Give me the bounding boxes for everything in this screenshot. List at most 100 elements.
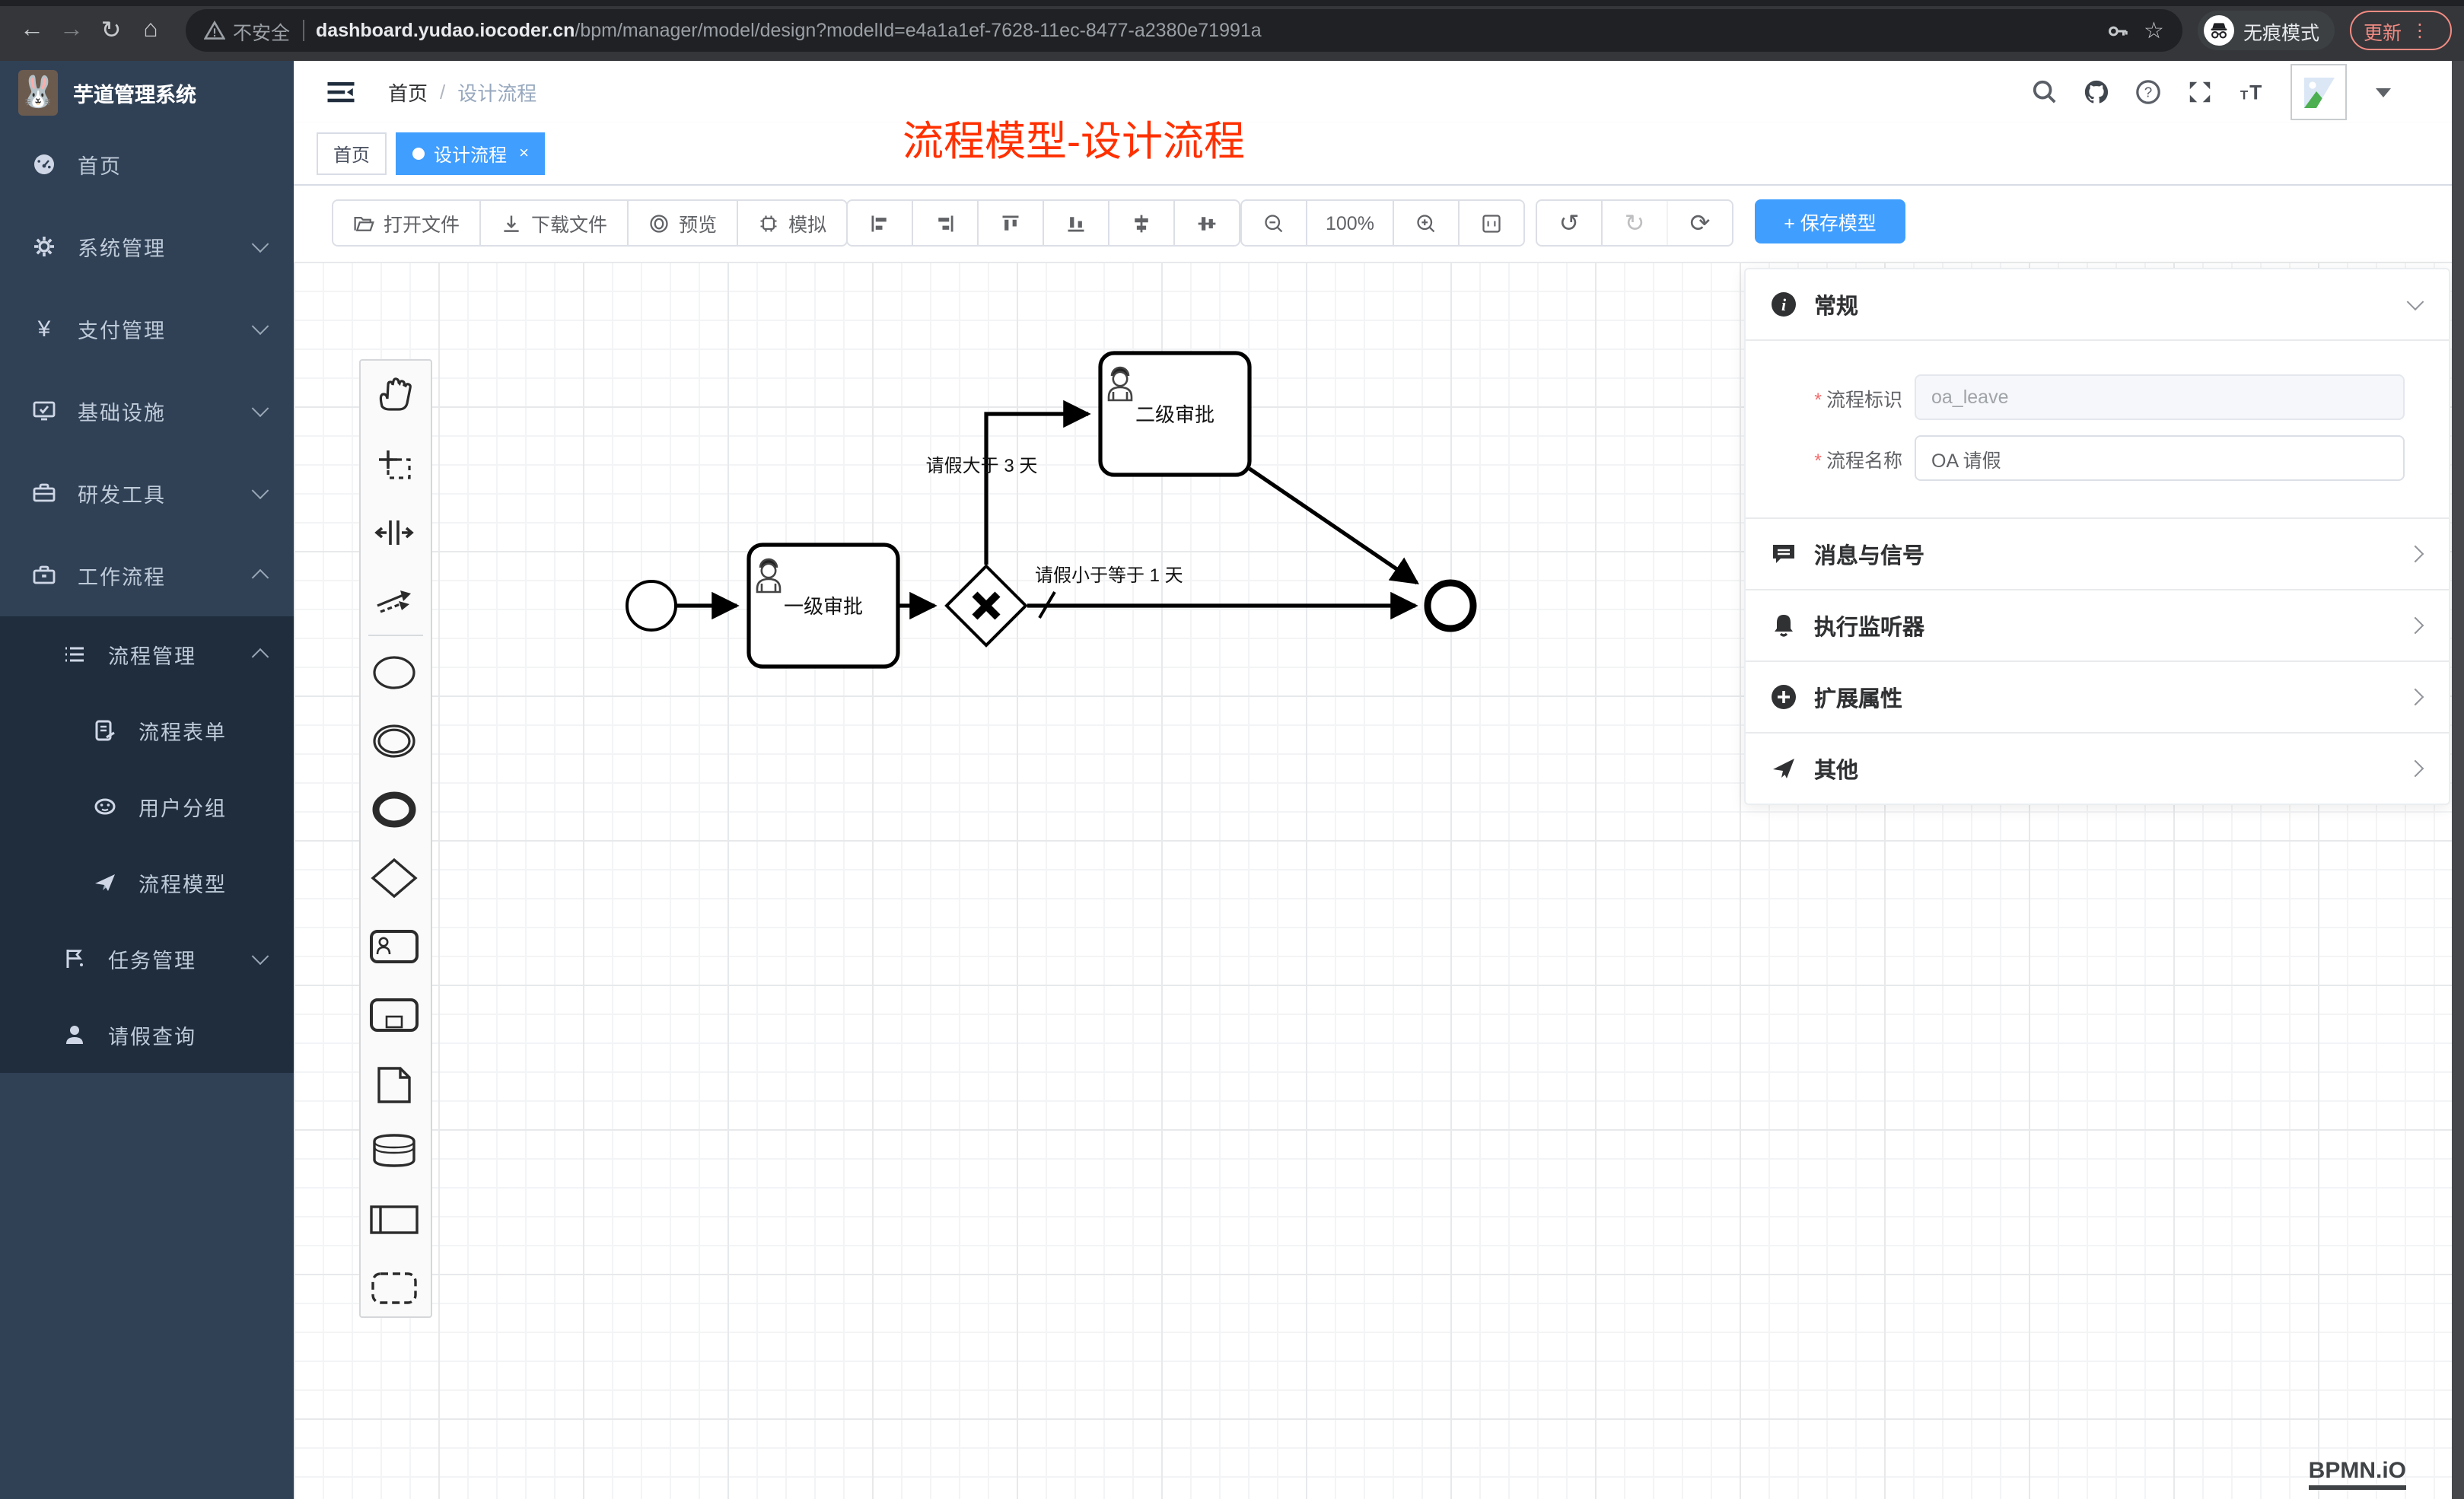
user-task-level1[interactable]: 一级审批: [749, 545, 898, 667]
align-bottom-button[interactable]: [1044, 201, 1109, 245]
zoom-out-button[interactable]: [1242, 201, 1307, 245]
sidebar-item-payment[interactable]: ¥ 支付管理: [0, 288, 294, 370]
section-execution-listener[interactable]: 执行监听器: [1746, 590, 2449, 662]
preview-button[interactable]: 预览: [629, 201, 738, 245]
incognito-label: 无痕模式: [2243, 16, 2319, 45]
fit-viewport-button[interactable]: [1460, 201, 1523, 245]
tab-home[interactable]: 首页: [317, 132, 387, 175]
lasso-tool[interactable]: [379, 450, 409, 478]
align-top-button[interactable]: [979, 201, 1044, 245]
section-extended-attributes[interactable]: 扩展属性: [1746, 662, 2449, 734]
tab-design-process[interactable]: 设计流程 ×: [396, 132, 546, 175]
align-left-button[interactable]: [848, 201, 913, 245]
url-path: /bpm/manager/model/design?modelId=e4a1a1…: [575, 20, 1261, 41]
open-file-button[interactable]: 打开文件: [333, 201, 481, 245]
flow-label-gt3[interactable]: 请假大于 3 天: [926, 456, 1038, 476]
space-tool[interactable]: [377, 520, 412, 545]
sidebar-item-leave-query[interactable]: 请假查询: [0, 997, 294, 1073]
sidebar-item-system[interactable]: 系统管理: [0, 205, 294, 288]
undo-button[interactable]: ↺: [1537, 201, 1603, 245]
align-right-button[interactable]: [913, 201, 979, 245]
create-user-task-tool[interactable]: [371, 931, 417, 962]
create-end-event-tool[interactable]: [376, 795, 412, 824]
create-intermediate-event-tool[interactable]: [374, 726, 414, 756]
sidebar-item-task-mgmt[interactable]: 任务管理: [0, 921, 294, 997]
browser-update-button[interactable]: 更新 ⋮: [2350, 11, 2452, 50]
message-icon: [1770, 540, 1797, 568]
create-subprocess-tool[interactable]: [371, 1000, 417, 1030]
section-other[interactable]: 其他: [1746, 734, 2449, 804]
sidebar-item-process-model[interactable]: 流程模型: [0, 845, 294, 921]
create-participant-tool[interactable]: [371, 1207, 417, 1233]
flow-label-le1[interactable]: 请假小于等于 1 天: [1035, 565, 1183, 586]
bookmark-star-icon[interactable]: ☆: [2144, 17, 2164, 44]
sidebar-item-infra[interactable]: 基础设施: [0, 370, 294, 452]
github-icon[interactable]: [2084, 79, 2109, 105]
avatar-dropdown-caret[interactable]: [2376, 88, 2391, 97]
bpmnio-watermark[interactable]: BPMN.iO: [2309, 1458, 2406, 1490]
restart-button[interactable]: ⟳: [1668, 201, 1732, 245]
breadcrumb-home[interactable]: 首页: [388, 78, 428, 107]
section-title: 扩展属性: [1814, 681, 1902, 713]
align-center-vertical-button[interactable]: [1109, 201, 1175, 245]
browser-back-icon[interactable]: ←: [12, 17, 52, 44]
address-bar[interactable]: 不安全 dashboard.yudao.iocoder.cn/bpm/manag…: [186, 9, 2182, 52]
process-key-input[interactable]: [1915, 374, 2405, 420]
tab-label: 设计流程: [434, 141, 507, 167]
end-event[interactable]: [1428, 583, 1473, 629]
tab-label: 首页: [333, 141, 370, 167]
redo-button[interactable]: ↻: [1603, 201, 1668, 245]
simulate-button[interactable]: 模拟: [738, 201, 846, 245]
exclusive-gateway[interactable]: [947, 566, 1026, 645]
tab-close-icon[interactable]: ×: [519, 145, 529, 163]
svg-text:T: T: [2240, 88, 2249, 102]
sidebar-item-process-form[interactable]: 流程表单: [0, 692, 294, 769]
section-general[interactable]: i 常规: [1746, 269, 2449, 341]
create-start-event-tool[interactable]: [374, 657, 414, 688]
sidebar-item-user-group[interactable]: 用户分组: [0, 769, 294, 845]
start-event[interactable]: [627, 581, 676, 630]
sidebar-item-devtools[interactable]: 研发工具: [0, 452, 294, 534]
sidebar-item-home[interactable]: 首页: [0, 123, 294, 205]
sidebar-item-workflow[interactable]: 工作流程: [0, 534, 294, 616]
preview-label: 预览: [679, 208, 717, 237]
browser-reload-icon[interactable]: ↻: [91, 15, 131, 46]
zoom-in-button[interactable]: [1394, 201, 1460, 245]
sidebar-collapse-icon[interactable]: [327, 81, 355, 103]
browser-forward-icon[interactable]: →: [52, 17, 91, 44]
simulate-label: 模拟: [788, 208, 826, 237]
hand-tool[interactable]: [380, 379, 410, 409]
browser-home-icon[interactable]: ⌂: [131, 17, 170, 44]
help-icon[interactable]: ?: [2135, 79, 2161, 105]
properties-panel: i 常规 *流程标识 *流程名称: [1744, 268, 2450, 805]
download-file-button[interactable]: 下载文件: [481, 201, 629, 245]
search-icon[interactable]: [2032, 79, 2058, 105]
eye-icon: [648, 212, 670, 234]
process-key-row: *流程标识: [1746, 374, 2449, 420]
font-size-icon[interactable]: TT: [2239, 79, 2265, 105]
sidebar-item-process-mgmt[interactable]: 流程管理: [0, 616, 294, 692]
save-model-button[interactable]: + 保存模型: [1755, 199, 1905, 243]
section-message-signal[interactable]: 消息与信号: [1746, 519, 2449, 590]
user-task-level2[interactable]: 二级审批: [1100, 353, 1250, 475]
global-connect-tool[interactable]: [377, 590, 411, 612]
flow-task2-to-end[interactable]: [1250, 469, 1417, 583]
toolbox-icon: [32, 481, 56, 505]
browser-scrollbar[interactable]: [2452, 61, 2464, 1499]
fullscreen-icon[interactable]: [2187, 79, 2213, 105]
user-icon: [62, 1023, 87, 1047]
create-group-tool[interactable]: [373, 1274, 415, 1303]
create-data-object-tool[interactable]: [379, 1068, 409, 1102]
download-file-label: 下载文件: [531, 208, 607, 237]
create-gateway-tool[interactable]: [373, 860, 415, 896]
chevron-down-icon: [252, 947, 269, 965]
align-center-horizontal-button[interactable]: [1175, 201, 1239, 245]
flow-gateway-to-task2[interactable]: [986, 414, 1088, 565]
avatar[interactable]: [2291, 64, 2347, 120]
monitor-icon: [32, 399, 56, 423]
password-key-icon[interactable]: [2106, 19, 2128, 42]
browser-menu-icon[interactable]: ⋮: [2411, 20, 2429, 41]
designer-content: 打开文件 下载文件 预览 模拟: [294, 186, 2464, 1499]
process-name-input[interactable]: [1915, 435, 2405, 481]
create-data-store-tool[interactable]: [374, 1135, 414, 1166]
